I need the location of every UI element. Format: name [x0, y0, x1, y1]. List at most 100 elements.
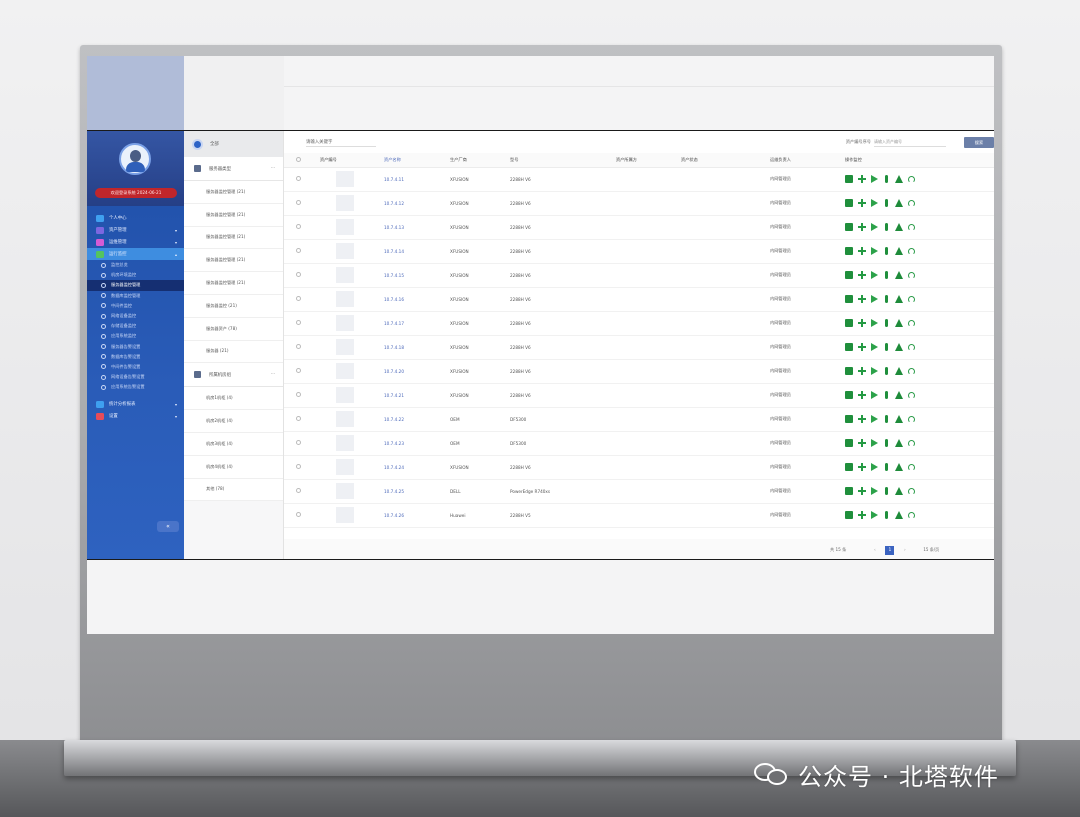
flag-icon[interactable] [871, 295, 878, 303]
asset-name-cell[interactable]: 10.7.4.18 [384, 335, 450, 359]
thermometer-icon[interactable] [885, 199, 888, 207]
asset-name-cell[interactable]: 10.7.4.12 [384, 191, 450, 215]
asset-name-cell[interactable]: 10.7.4.21 [384, 383, 450, 407]
monitor-icon[interactable] [845, 367, 853, 375]
sidebar-subitem[interactable]: 中间件告警设置 [87, 362, 184, 372]
monitor-icon[interactable] [845, 295, 853, 303]
row-checkbox[interactable] [296, 248, 301, 253]
thermometer-icon[interactable] [885, 415, 888, 423]
headset-icon[interactable] [908, 295, 915, 303]
thermometer-icon[interactable] [885, 223, 888, 231]
sidebar-collapse-button[interactable]: « [157, 521, 179, 532]
table-row[interactable]: 10.7.4.23 OEM DF5300 内网管理员 [284, 431, 994, 455]
asset-name-cell[interactable]: 10.7.4.14 [384, 239, 450, 263]
tree-item[interactable]: 服务器资产 (78) [184, 317, 283, 341]
flag-icon[interactable] [871, 271, 878, 279]
row-checkbox[interactable] [296, 320, 301, 325]
headset-icon[interactable] [908, 271, 915, 279]
alarm-icon[interactable] [895, 487, 903, 495]
tree-item[interactable]: 机房3机柜 (4) [184, 432, 283, 456]
checkbox[interactable] [296, 156, 301, 162]
tree-item[interactable]: 服务器监控管理 (21) [184, 226, 283, 250]
plus-icon[interactable] [858, 247, 866, 255]
asset-name-cell[interactable]: 10.7.4.15 [384, 263, 450, 287]
headset-icon[interactable] [908, 511, 915, 519]
tree-item[interactable]: 其他 (78) [184, 478, 283, 502]
asset-number-input[interactable]: 请输入资产编号 [874, 138, 946, 147]
select-all-checkbox[interactable] [284, 153, 320, 167]
flag-icon[interactable] [871, 223, 878, 231]
sidebar-item[interactable]: 统计分析报表 ▾ [87, 398, 184, 410]
plus-icon[interactable] [858, 511, 866, 519]
column-header[interactable]: 资产状态 [681, 153, 770, 167]
headset-icon[interactable] [908, 415, 915, 423]
table-row[interactable]: 10.7.4.11 XFUSION 2288H V6 内网管理员 [284, 167, 994, 191]
sidebar-subitem[interactable]: 网络设备告警设置 [87, 372, 184, 382]
sidebar-item[interactable]: 个人中心 [87, 212, 184, 224]
alarm-icon[interactable] [895, 295, 903, 303]
row-checkbox[interactable] [296, 296, 301, 301]
thermometer-icon[interactable] [885, 439, 888, 447]
asset-name-cell[interactable]: 10.7.4.11 [384, 167, 450, 191]
tree-group-header[interactable]: 所属机房组 ··· [184, 363, 283, 388]
column-header[interactable]: 型号 [510, 153, 616, 167]
sidebar-subitem[interactable]: 服务器监控管理 [87, 280, 184, 291]
flag-icon[interactable] [871, 175, 878, 183]
row-checkbox[interactable] [296, 392, 301, 397]
row-checkbox[interactable] [296, 512, 301, 517]
headset-icon[interactable] [908, 319, 915, 327]
avatar[interactable] [119, 143, 151, 175]
alarm-icon[interactable] [895, 199, 903, 207]
headset-icon[interactable] [908, 367, 915, 375]
asset-name-cell[interactable]: 10.7.4.17 [384, 311, 450, 335]
flag-icon[interactable] [871, 199, 878, 207]
headset-icon[interactable] [908, 439, 915, 447]
flag-icon[interactable] [871, 511, 878, 519]
sidebar-subitem[interactable]: 中间件监控 [87, 301, 184, 311]
flag-icon[interactable] [871, 319, 878, 327]
tree-item[interactable]: 机房4机柜 (4) [184, 455, 283, 479]
keyword-input[interactable]: 请输入关键字 [306, 138, 376, 147]
flag-icon[interactable] [871, 247, 878, 255]
alarm-icon[interactable] [895, 367, 903, 375]
thermometer-icon[interactable] [885, 511, 888, 519]
sidebar-subitem[interactable]: 机房环境监控 [87, 270, 184, 280]
monitor-icon[interactable] [845, 463, 853, 471]
alarm-icon[interactable] [895, 463, 903, 471]
asset-name-cell[interactable]: 10.7.4.26 [384, 503, 450, 527]
tree-item[interactable]: 服务器监控管理 (21) [184, 181, 283, 204]
sidebar-subitem[interactable]: 数据库监控管理 [87, 291, 184, 301]
table-row[interactable]: 10.7.4.16 XFUSION 2288H V6 内网管理员 [284, 287, 994, 311]
asset-name-cell[interactable]: 10.7.4.13 [384, 215, 450, 239]
plus-icon[interactable] [858, 223, 866, 231]
flag-icon[interactable] [871, 463, 878, 471]
tree-item[interactable]: 服务器监控管理 (21) [184, 203, 283, 227]
plus-icon[interactable] [858, 199, 866, 207]
monitor-icon[interactable] [845, 271, 853, 279]
flag-icon[interactable] [871, 439, 878, 447]
alarm-icon[interactable] [895, 415, 903, 423]
alarm-icon[interactable] [895, 511, 903, 519]
table-row[interactable]: 10.7.4.20 XFUSION 2288H V6 内网管理员 [284, 359, 994, 383]
plus-icon[interactable] [858, 367, 866, 375]
monitor-icon[interactable] [845, 223, 853, 231]
asset-name-cell[interactable]: 10.7.4.24 [384, 455, 450, 479]
monitor-icon[interactable] [845, 319, 853, 327]
current-page[interactable]: 1 [885, 545, 895, 555]
asset-name-cell[interactable]: 10.7.4.23 [384, 431, 450, 455]
table-row[interactable]: 10.7.4.18 XFUSION 2288H V6 内网管理员 [284, 335, 994, 359]
table-row[interactable]: 10.7.4.17 XFUSION 2288H V6 内网管理员 [284, 311, 994, 335]
monitor-icon[interactable] [845, 487, 853, 495]
asset-name-cell[interactable]: 10.7.4.16 [384, 287, 450, 311]
sidebar-item[interactable]: 运维管理 ▾ [87, 236, 184, 248]
tree-item[interactable]: 机房1机柜 (4) [184, 387, 283, 411]
row-checkbox[interactable] [296, 368, 301, 373]
flag-icon[interactable] [871, 367, 878, 375]
flag-icon[interactable] [871, 415, 878, 423]
sidebar-subitem[interactable]: 应用系统告警设置 [87, 382, 184, 392]
search-button[interactable]: 搜索 [964, 136, 994, 148]
prev-page-button[interactable]: ‹ [870, 546, 879, 555]
sidebar-subitem[interactable]: 数据库告警设置 [87, 352, 184, 362]
asset-name-cell[interactable]: 10.7.4.25 [384, 479, 450, 503]
plus-icon[interactable] [858, 391, 866, 399]
